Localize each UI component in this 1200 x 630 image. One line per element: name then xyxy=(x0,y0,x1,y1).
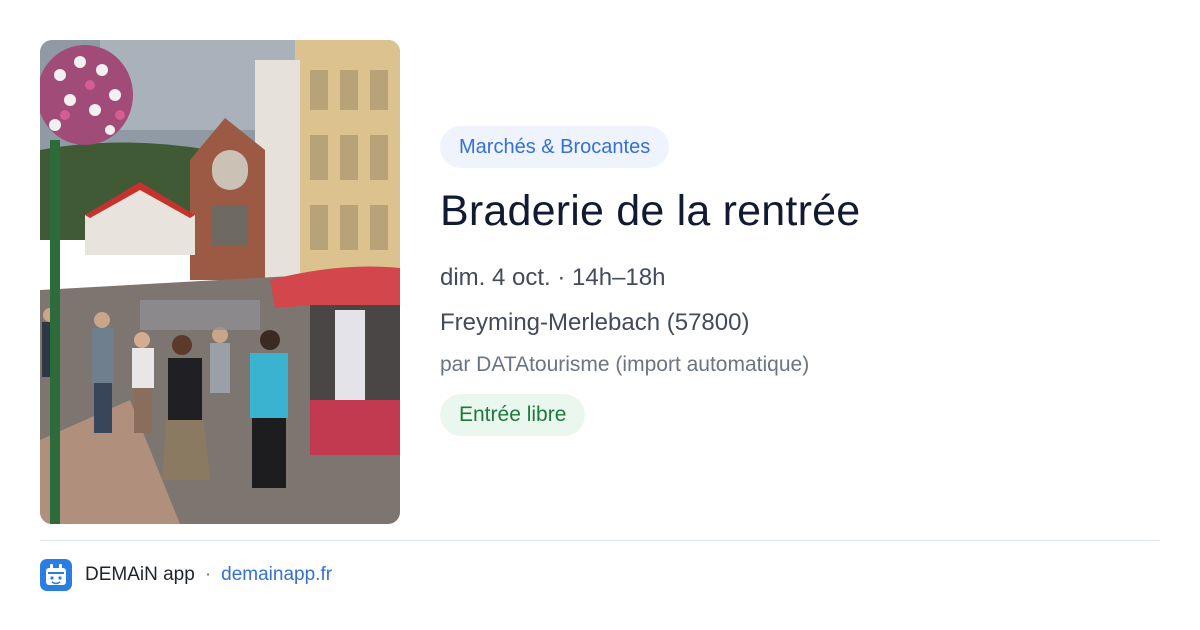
footer: DEMAiN app · demainapp.fr xyxy=(40,558,332,592)
event-location: Freyming-Merlebach (57800) xyxy=(440,309,750,336)
site-link[interactable]: demainapp.fr xyxy=(221,564,332,586)
event-photo xyxy=(40,40,400,524)
event-title: Braderie de la rentrée xyxy=(440,187,861,235)
footer-divider xyxy=(40,540,1160,541)
app-name: DEMAiN app xyxy=(85,564,195,585)
category-badge: Marchés & Brocantes xyxy=(440,126,670,168)
event-info: Marchés & Brocantes Braderie de la rentr… xyxy=(440,126,1160,436)
footer-separator: · xyxy=(204,564,212,585)
event-datetime: dim. 4 oct. · 14h–18h xyxy=(440,264,666,291)
price-badge: Entrée libre xyxy=(440,394,586,436)
event-organizer: par DATAtourisme (import automatique) xyxy=(440,353,810,376)
demain-app-icon xyxy=(40,559,72,591)
